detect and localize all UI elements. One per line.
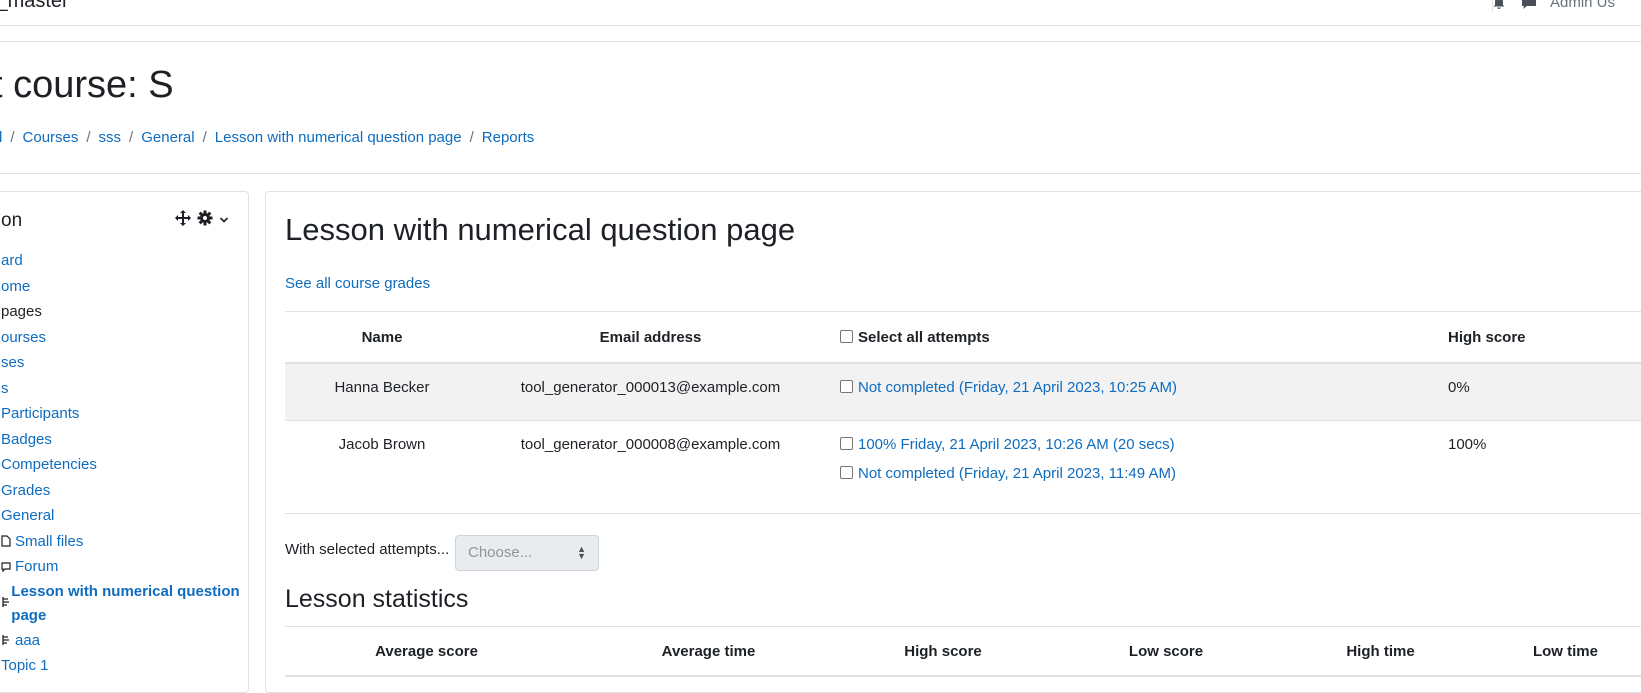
block-tools [175, 210, 229, 230]
high-score-header-label: High score [1448, 328, 1526, 346]
nav-item-competencies[interactable]: Competencies [1, 452, 241, 478]
breadcrumb-item[interactable]: General [141, 129, 194, 146]
nav-item-label: Lesson with numerical question page [11, 582, 240, 624]
column-header-average-time: Average time [568, 626, 849, 677]
select-value: Choose... [468, 544, 533, 561]
nav-item-grades[interactable]: Grades [1, 478, 241, 504]
chat-icon[interactable] [1520, 0, 1538, 10]
breadcrumb-separator: / [129, 129, 134, 146]
cell-email: tool_generator_000013@example.com [479, 363, 822, 421]
chevron-down-icon[interactable] [219, 212, 229, 229]
attempt-link[interactable]: Not completed (Friday, 21 April 2023, 11… [858, 465, 1176, 482]
header-divider [0, 41, 1641, 42]
attempt-line: Not completed (Friday, 21 April 2023, 10… [823, 379, 1422, 396]
nav-item-aaa[interactable]: aaa [1, 628, 241, 654]
attempt-link[interactable]: Not completed (Friday, 21 April 2023, 10… [858, 379, 1177, 396]
cell-name: Jacob Brown [285, 420, 479, 514]
cell-high-score: 0% [1423, 363, 1641, 421]
nav-item-site-home[interactable]: ome [1, 274, 241, 300]
high-score-value: 100% [1448, 436, 1487, 453]
column-header-high-score: High score [1423, 311, 1641, 364]
breadcrumb-separator: / [469, 129, 474, 146]
cell-name: Hanna Becker [285, 363, 479, 421]
lesson-icon [1, 592, 11, 616]
nav-item-general[interactable]: General [1, 503, 241, 529]
navigation-block-title: on [1, 210, 23, 231]
cell-high-score: 100% [1423, 420, 1641, 514]
column-header-average-score: Average score [285, 626, 568, 677]
attempt-checkbox[interactable] [840, 437, 853, 450]
column-header-name[interactable]: Name [285, 311, 479, 364]
column-header-high-score: High score [849, 626, 1037, 677]
nav-item-forum[interactable]: Forum [1, 554, 241, 580]
select-all-wrapper: Select all attempts [823, 329, 990, 346]
gear-icon[interactable] [197, 210, 213, 230]
column-header-low-time: Low time [1466, 626, 1641, 677]
table-row: Jacob Brown tool_generator_000008@exampl… [285, 420, 1641, 514]
attempt-line: Not completed (Friday, 21 April 2023, 11… [823, 465, 1422, 482]
table-header-row: Name Email address Select all attempts H… [285, 311, 1641, 364]
nav-item-label: Forum [15, 558, 59, 575]
breadcrumb-separator: / [10, 129, 15, 146]
top-navbar: l_master Admin Us [0, 0, 1641, 26]
column-header-high-time: High time [1295, 626, 1466, 677]
nav-item-participants[interactable]: Participants [1, 401, 241, 427]
lesson-icon [1, 634, 13, 646]
site-name[interactable]: l_master [0, 0, 69, 13]
nav-item-badges[interactable]: Badges [1, 427, 241, 453]
attempt-line: 100% Friday, 21 April 2023, 10:26 AM (20… [823, 436, 1422, 453]
breadcrumb-item[interactable]: Courses [23, 129, 79, 146]
with-selected-label: With selected attempts... [285, 541, 450, 558]
lesson-statistics-title: Lesson statistics [285, 585, 469, 613]
nav-item-site-pages: pages [1, 303, 42, 320]
lesson-title: Lesson with numerical question page [285, 212, 796, 247]
attempt-link[interactable]: 100% Friday, 21 April 2023, 10:26 AM (20… [858, 436, 1175, 453]
select-arrows-icon: ▲ ▼ [577, 544, 586, 561]
column-header-email[interactable]: Email address [479, 311, 822, 364]
select-all-checkbox[interactable] [840, 329, 853, 343]
nav-item-label: aaa [15, 631, 41, 649]
select-all-header: Select all attempts [822, 311, 1423, 364]
attempt-checkbox[interactable] [840, 466, 853, 479]
breadcrumb-item[interactable]: Reports [482, 129, 535, 146]
cell-attempts: 100% Friday, 21 April 2023, 10:26 AM (20… [822, 420, 1423, 514]
nav-item-courses[interactable]: ses [1, 350, 241, 376]
nav-item-dashboard[interactable]: ard [1, 248, 241, 274]
nav-item-course[interactable]: s [1, 376, 241, 402]
navigation-block: on ard ome pages ourses ses s Participan… [0, 191, 249, 693]
page-title: t course: S [0, 64, 174, 106]
see-all-grades-link[interactable]: See all course grades [285, 275, 430, 292]
nav-item-topic-1[interactable]: Topic 1 [1, 653, 241, 679]
navigation-list: ard ome pages ourses ses s Participants … [1, 248, 241, 679]
bell-icon[interactable] [1490, 0, 1508, 10]
user-menu[interactable]: Admin Us [1550, 0, 1615, 11]
forum-icon [1, 561, 13, 573]
stats-header-row: Average score Average time High score Lo… [285, 626, 1641, 677]
move-icon[interactable] [175, 210, 191, 230]
high-score-value: 0% [1448, 379, 1470, 396]
breadcrumb-item[interactable]: Lesson with numerical question page [215, 129, 462, 146]
column-header-low-score: Low score [1037, 626, 1295, 677]
statistics-table: Average score Average time High score Lo… [285, 626, 1641, 677]
select-all-label[interactable]: Select all attempts [858, 329, 990, 346]
navbar-user-area: Admin Us [1490, 0, 1615, 11]
nav-item-label: Small files [15, 532, 84, 550]
nav-item-my-courses[interactable]: ourses [1, 325, 241, 351]
table-row: Hanna Becker tool_generator_000013@examp… [285, 363, 1641, 421]
file-icon [1, 535, 13, 547]
cell-email: tool_generator_000008@example.com [479, 420, 822, 514]
cell-attempts: Not completed (Friday, 21 April 2023, 10… [822, 363, 1423, 421]
nav-item-small-files[interactable]: Small files [1, 529, 241, 555]
breadcrumb: d / Courses / sss / General / Lesson wit… [0, 129, 534, 146]
breadcrumb-separator: / [202, 129, 207, 146]
attempt-checkbox[interactable] [840, 380, 853, 393]
nav-item-lesson-current[interactable]: Lesson with numerical question page [1, 580, 241, 628]
breadcrumb-separator: / [86, 129, 91, 146]
breadcrumb-item[interactable]: sss [99, 129, 122, 146]
page-header-divider [0, 173, 1641, 174]
attempts-table: Name Email address Select all attempts H… [285, 311, 1641, 514]
bulk-action-select[interactable]: Choose... ▲ ▼ [455, 535, 599, 571]
